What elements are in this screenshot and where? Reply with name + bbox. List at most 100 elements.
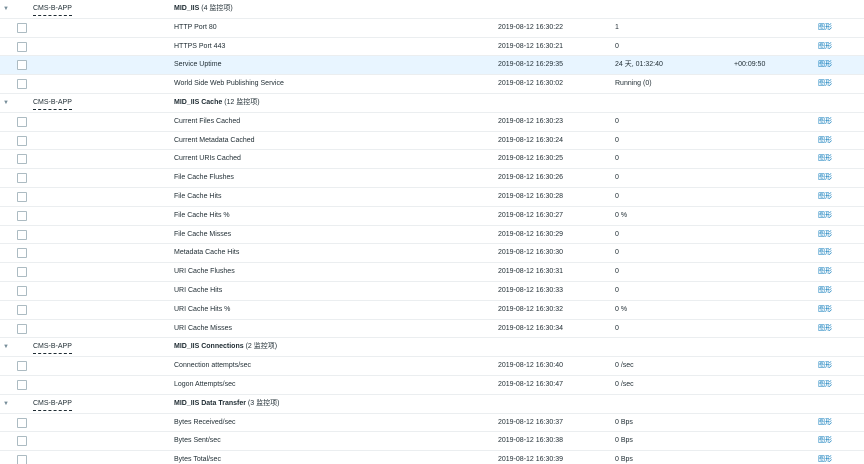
host-name-link[interactable]: CMS-B-APP bbox=[33, 97, 72, 110]
graph-link[interactable]: 图形 bbox=[818, 301, 832, 319]
row-checkbox[interactable] bbox=[17, 285, 27, 296]
row-checkbox[interactable] bbox=[17, 79, 27, 90]
collapse-toggle-icon[interactable]: ▼ bbox=[3, 338, 13, 356]
application-name: MID_IIS (4 监控项) bbox=[174, 0, 233, 18]
row-checkbox[interactable] bbox=[17, 41, 27, 52]
item-name: Logon Attempts/sec bbox=[174, 380, 236, 388]
item-name: URI Cache Hits bbox=[174, 286, 223, 294]
application-name: MID_IIS Cache (12 监控项) bbox=[174, 94, 260, 112]
last-check-time: 2019-08-12 16:30:40 bbox=[498, 362, 563, 370]
application-title: MID_IIS Cache bbox=[174, 98, 223, 106]
item-count: (2 监控项) bbox=[245, 343, 278, 351]
row-checkbox[interactable] bbox=[17, 248, 27, 259]
row-checkbox[interactable] bbox=[17, 417, 27, 428]
last-check-time: 2019-08-12 16:30:32 bbox=[498, 305, 563, 313]
last-value: 0 % bbox=[615, 211, 628, 219]
last-check-time: 2019-08-12 16:30:28 bbox=[498, 192, 563, 200]
row-checkbox[interactable] bbox=[17, 191, 27, 202]
collapse-toggle-icon[interactable]: ▼ bbox=[3, 94, 13, 112]
graph-link[interactable]: 图形 bbox=[818, 282, 832, 300]
item-name: Connection attempts/sec bbox=[174, 362, 252, 370]
item-row: Bytes Total/sec 2019-08-12 16:30:39 0 Bps 图… bbox=[0, 451, 864, 464]
row-checkbox[interactable] bbox=[17, 22, 27, 33]
graph-link[interactable]: 图形 bbox=[818, 263, 832, 281]
row-checkbox[interactable] bbox=[17, 154, 27, 165]
last-check-time: 2019-08-12 16:30:33 bbox=[498, 286, 563, 294]
host-name-link[interactable]: CMS-B-APP bbox=[33, 341, 72, 355]
last-value: 0 bbox=[615, 249, 619, 257]
graph-link[interactable]: 图形 bbox=[818, 357, 832, 375]
item-row: URI Cache Hits 2019-08-12 16:30:33 0 图形 bbox=[0, 282, 864, 301]
last-value: 0 /sec bbox=[615, 362, 634, 370]
graph-link[interactable]: 图形 bbox=[818, 207, 832, 225]
item-name: Bytes Sent/sec bbox=[174, 437, 221, 445]
graph-link[interactable]: 图形 bbox=[818, 376, 832, 394]
item-count: (12 监控项) bbox=[224, 98, 260, 106]
item-name: Metadata Cache Hits bbox=[174, 249, 240, 257]
last-value: Running (0) bbox=[615, 80, 652, 88]
row-checkbox[interactable] bbox=[17, 135, 27, 146]
item-row: File Cache Misses 2019-08-12 16:30:29 0 图形 bbox=[0, 226, 864, 245]
host-name-link[interactable]: CMS-B-APP bbox=[33, 3, 72, 16]
application-name: MID_IIS Data Transfer (3 监控项) bbox=[174, 395, 279, 413]
collapse-toggle-icon[interactable]: ▼ bbox=[3, 395, 13, 413]
item-row: Bytes Sent/sec 2019-08-12 16:30:38 0 Bps 图形 bbox=[0, 432, 864, 452]
item-name: Current Metadata Cached bbox=[174, 136, 255, 144]
row-checkbox[interactable] bbox=[17, 379, 27, 390]
item-count: (3 监控项) bbox=[247, 399, 280, 407]
group-header-row: ▼ CMS-B-APP MID_IIS Cache (12 监控项) bbox=[0, 94, 864, 113]
item-name: File Cache Flushes bbox=[174, 174, 234, 182]
item-row: File Cache Flushes 2019-08-12 16:30:26 0 图形 bbox=[0, 169, 864, 188]
row-checkbox[interactable] bbox=[17, 173, 27, 184]
last-check-time: 2019-08-12 16:29:35 bbox=[498, 61, 563, 69]
last-value: 0 /sec bbox=[615, 380, 634, 388]
value-change: +00:09:50 bbox=[734, 61, 766, 69]
host-name-link[interactable]: CMS-B-APP bbox=[33, 398, 72, 411]
item-row: Connection attempts/sec 2019-08-12 16:30:… bbox=[0, 357, 864, 376]
graph-link[interactable]: 图形 bbox=[818, 414, 832, 432]
item-row: URI Cache Misses 2019-08-12 16:30:34 0 图形 bbox=[0, 320, 864, 339]
graph-link[interactable]: 图形 bbox=[818, 113, 832, 131]
row-checkbox[interactable] bbox=[17, 361, 27, 372]
row-checkbox[interactable] bbox=[17, 229, 27, 240]
graph-link[interactable]: 图形 bbox=[818, 75, 832, 93]
item-row: World Side Web Publishing Service 2019-08… bbox=[0, 75, 864, 94]
row-checkbox[interactable] bbox=[17, 436, 27, 447]
graph-link[interactable]: 图形 bbox=[818, 56, 832, 74]
row-checkbox[interactable] bbox=[17, 323, 27, 334]
collapse-toggle-icon[interactable]: ▼ bbox=[3, 0, 13, 18]
row-checkbox[interactable] bbox=[17, 304, 27, 315]
item-name: HTTPS Port 443 bbox=[174, 42, 226, 50]
item-row: URI Cache Flushes 2019-08-12 16:30:31 0 图形 bbox=[0, 263, 864, 282]
row-checkbox[interactable] bbox=[17, 455, 27, 464]
last-value: 24 天, 01:32:40 bbox=[615, 61, 663, 69]
item-row: Service Uptime 2019-08-12 16:29:35 24 天, 0… bbox=[0, 56, 864, 76]
row-checkbox[interactable] bbox=[17, 267, 27, 278]
last-check-time: 2019-08-12 16:30:26 bbox=[498, 174, 563, 182]
last-check-time: 2019-08-12 16:30:22 bbox=[498, 23, 563, 31]
graph-link[interactable]: 图形 bbox=[818, 188, 832, 206]
graph-link[interactable]: 图形 bbox=[818, 244, 832, 262]
graph-link[interactable]: 图形 bbox=[818, 169, 832, 187]
graph-link[interactable]: 图形 bbox=[818, 226, 832, 244]
graph-link[interactable]: 图形 bbox=[818, 451, 832, 464]
last-check-time: 2019-08-12 16:30:25 bbox=[498, 155, 563, 163]
graph-link[interactable]: 图形 bbox=[818, 150, 832, 168]
item-name: File Cache Hits bbox=[174, 192, 222, 200]
graph-link[interactable]: 图形 bbox=[818, 320, 832, 338]
row-checkbox[interactable] bbox=[17, 210, 27, 221]
item-name: Service Uptime bbox=[174, 61, 222, 69]
graph-link[interactable]: 图形 bbox=[818, 19, 832, 37]
graph-link[interactable]: 图形 bbox=[818, 132, 832, 150]
last-value: 0 % bbox=[615, 305, 628, 313]
graph-link[interactable]: 图形 bbox=[818, 432, 832, 450]
group-header-row: ▼ CMS-B-APP MID_IIS (4 监控项) bbox=[0, 0, 864, 19]
row-checkbox[interactable] bbox=[17, 60, 27, 71]
row-checkbox[interactable] bbox=[17, 116, 27, 127]
last-value: 0 Bps bbox=[615, 418, 633, 426]
last-value: 0 bbox=[615, 174, 619, 182]
item-name: Current Files Cached bbox=[174, 117, 241, 125]
item-row: Current Metadata Cached 2019-08-12 16:30:… bbox=[0, 132, 864, 151]
item-row: HTTPS Port 443 2019-08-12 16:30:21 0 图形 bbox=[0, 38, 864, 57]
graph-link[interactable]: 图形 bbox=[818, 38, 832, 56]
